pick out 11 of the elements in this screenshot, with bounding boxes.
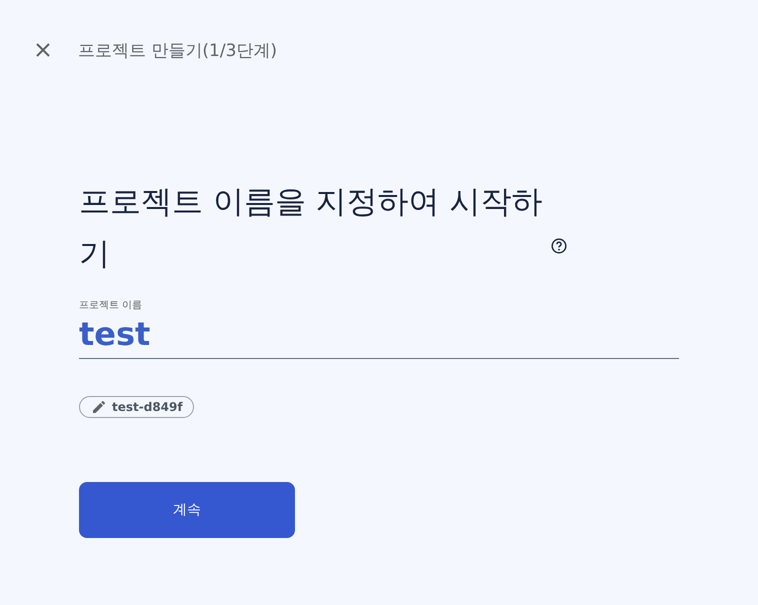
help-icon[interactable] (551, 238, 567, 254)
project-id-chip[interactable]: test-d849f (79, 396, 194, 418)
pencil-icon (92, 400, 106, 414)
page-title: 프로젝트 만들기(1/3단계) (78, 40, 278, 62)
project-name-field[interactable]: 프로젝트 이름 test (79, 298, 679, 359)
name-input[interactable]: test (79, 314, 679, 354)
project-id-text: test-d849f (112, 400, 183, 414)
close-icon (36, 43, 50, 57)
heading: 프로젝트 이름을 지정하여 시작하기 (79, 183, 544, 274)
continue-button[interactable]: 계속 (79, 482, 295, 538)
field-label: 프로젝트 이름 (79, 299, 144, 312)
